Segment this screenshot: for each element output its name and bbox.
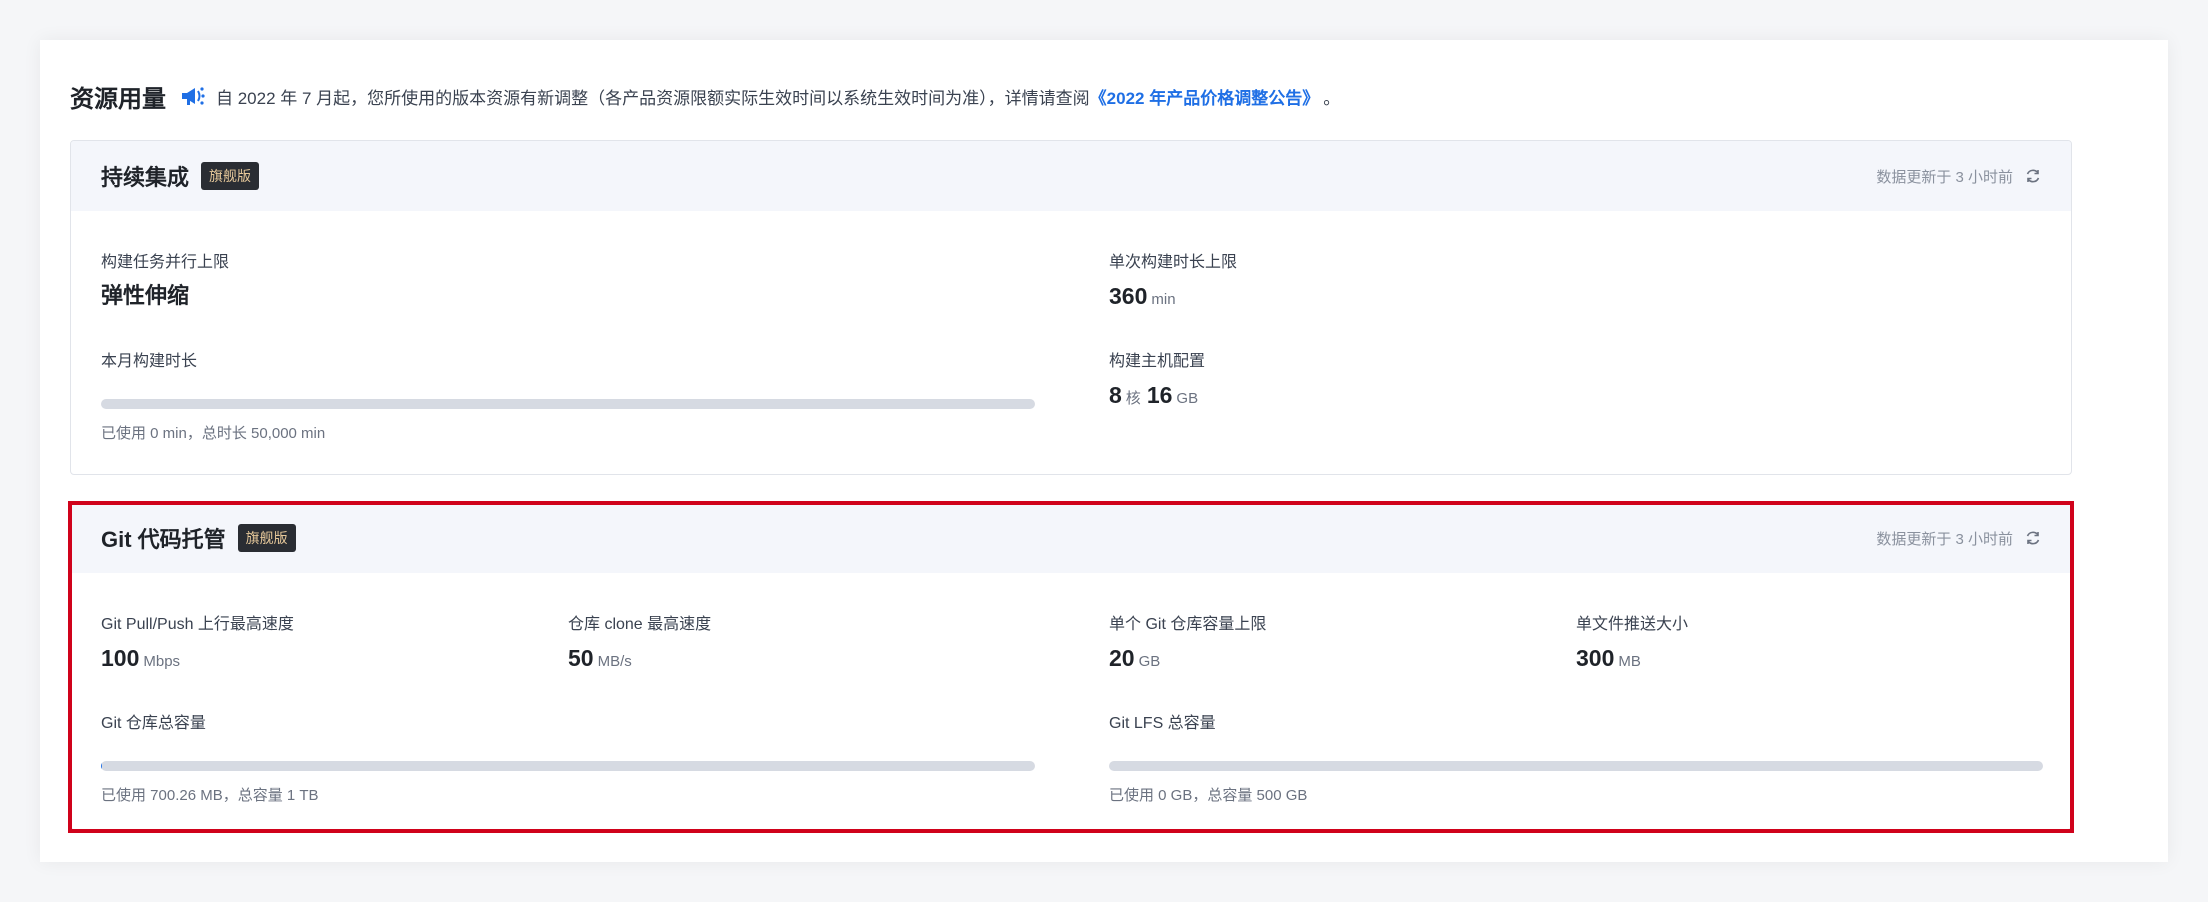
ci-card: 持续集成 旗舰版 数据更新于 3 小时前 构建任务并行上限 弹性伸缩 单次构建时…	[70, 140, 2072, 475]
page-title: 资源用量	[70, 85, 166, 113]
ci-host-cores: 8	[1109, 382, 1122, 408]
megaphone-icon	[178, 82, 206, 110]
git-lfs-progress-bar	[1109, 761, 2043, 771]
git-repo-limit-unit: GB	[1138, 653, 1161, 670]
ci-refresh-icon[interactable]	[2025, 168, 2041, 184]
git-file-push-unit: MB	[1618, 653, 1641, 670]
git-pull-push-value: 100	[101, 645, 140, 671]
git-lfs-metric: Git LFS 总容量	[1109, 714, 1216, 734]
ci-duration-metric: 单次构建时长上限 360 min	[1109, 253, 1237, 315]
git-file-push-value: 300	[1576, 645, 1615, 671]
ci-monthly-caption: 已使用 0 min，总时长 50,000 min	[101, 425, 326, 442]
ci-parallel-metric: 构建任务并行上限 弹性伸缩	[101, 253, 229, 314]
ci-duration-value: 360	[1109, 283, 1148, 309]
git-repo-limit-metric: 单个 Git 仓库容量上限 20 GB	[1109, 615, 1266, 677]
git-repo-limit-value: 20	[1109, 645, 1135, 671]
git-edition-badge: 旗舰版	[237, 524, 296, 552]
git-file-push-metric: 单文件推送大小 300 MB	[1576, 615, 1688, 677]
git-clone-value: 50	[568, 645, 594, 671]
price-adjustment-link[interactable]: 《2022 年产品价格调整公告》	[1090, 84, 1320, 109]
git-pull-push-metric: Git Pull/Push 上行最高速度 100 Mbps	[101, 615, 294, 677]
ci-host-cores-unit: 核	[1125, 390, 1141, 407]
ci-parallel-value: 弹性伸缩	[101, 283, 190, 308]
ci-card-header: 持续集成 旗舰版 数据更新于 3 小时前	[71, 141, 2071, 211]
git-pull-push-unit: Mbps	[143, 653, 181, 670]
git-pull-push-label: Git Pull/Push 上行最高速度	[101, 616, 294, 633]
git-clone-label: 仓库 clone 最高速度	[568, 616, 712, 633]
git-repo-total-label: Git 仓库总容量	[101, 715, 206, 732]
resource-usage-page: 资源用量 自 2022 年 7 月起，您所使用的版本资源有新调整（各产品资源限额…	[40, 40, 2168, 862]
git-repo-total-caption: 已使用 700.26 MB，总容量 1 TB	[101, 787, 319, 804]
git-file-push-label: 单文件推送大小	[1576, 616, 1689, 633]
ci-host-label: 构建主机配置	[1109, 353, 1206, 370]
ci-duration-unit: min	[1151, 291, 1176, 308]
git-repo-limit-label: 单个 Git 仓库容量上限	[1109, 616, 1267, 633]
resource-usage-header: 资源用量 自 2022 年 7 月起，您所使用的版本资源有新调整（各产品资源限额…	[70, 76, 1340, 116]
git-lfs-label: Git LFS 总容量	[1109, 715, 1216, 732]
git-updated-text: 数据更新于 3 小时前	[1876, 530, 2013, 548]
ci-monthly-metric: 本月构建时长	[101, 352, 197, 372]
notice-end: 。	[1323, 88, 1341, 108]
ci-edition-badge: 旗舰版	[201, 162, 260, 190]
git-repo-total-progress-bar	[101, 761, 1035, 771]
ci-duration-label: 单次构建时长上限	[1109, 254, 1238, 271]
ci-monthly-label: 本月构建时长	[101, 353, 198, 370]
ci-card-title: 持续集成	[101, 165, 190, 190]
git-refresh-icon[interactable]	[2025, 530, 2041, 546]
ci-host-mem-unit: GB	[1176, 390, 1199, 407]
ci-host-metric: 构建主机配置 8 核 16 GB	[1109, 352, 1205, 414]
ci-updated-text: 数据更新于 3 小时前	[1876, 168, 2013, 186]
git-card-title: Git 代码托管	[101, 527, 226, 552]
git-repo-total-metric: Git 仓库总容量	[101, 714, 206, 734]
git-repo-total-progress-fill	[101, 761, 102, 771]
ci-host-mem: 16	[1146, 382, 1173, 408]
ci-parallel-label: 构建任务并行上限	[101, 254, 230, 271]
price-change-notice: 自 2022 年 7 月起，您所使用的版本资源有新调整（各产品资源限额实际生效时…	[216, 88, 1090, 108]
git-clone-unit: MB/s	[597, 653, 632, 670]
git-clone-metric: 仓库 clone 最高速度 50 MB/s	[568, 615, 711, 677]
git-card-header: Git 代码托管 旗舰版 数据更新于 3 小时前	[71, 503, 2071, 573]
git-lfs-caption: 已使用 0 GB，总容量 500 GB	[1109, 787, 1308, 804]
git-card: Git 代码托管 旗舰版 数据更新于 3 小时前 Git Pull/Push 上…	[70, 502, 2072, 830]
ci-monthly-progress-bar	[101, 399, 1035, 409]
